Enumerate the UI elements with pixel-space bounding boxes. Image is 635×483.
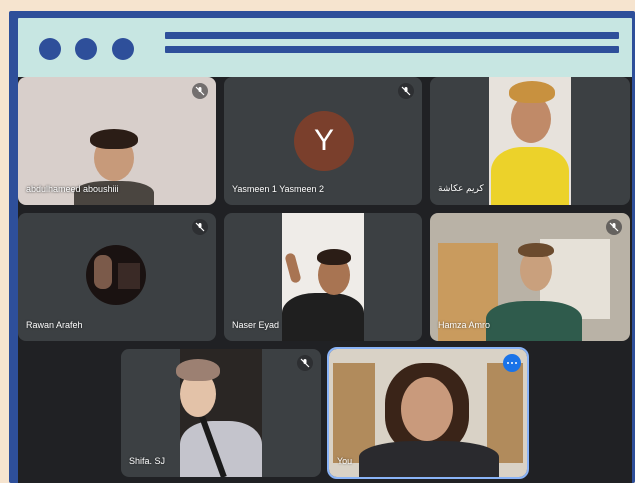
mic-off-icon [398,83,414,99]
participant-hand [284,252,302,284]
title-line-2 [165,46,619,53]
participant-shirt [491,147,569,205]
participant-hair [518,243,554,257]
participant-face [401,377,453,441]
more-horiz-icon[interactable] [503,354,521,372]
participant-shirt [486,301,582,341]
mic-off-icon [606,219,622,235]
participant-video [282,213,364,341]
mic-off-icon [192,219,208,235]
avatar [86,245,146,305]
participant-tile-rawan[interactable]: Rawan Arafeh [18,213,216,341]
avatar: Y [294,111,354,171]
participant-name: Yasmeen 1 Yasmeen 2 [232,184,325,194]
title-line-1 [165,32,619,39]
participant-video [489,77,571,205]
participant-hair [317,249,351,265]
participant-name: abdulhameed aboushiii [26,184,119,194]
participant-shirt [282,293,364,341]
participant-grid: abdulhameed aboushiii Y Yasmeen 1 Yasmee… [18,77,632,483]
participant-tile-hamza[interactable]: Hamza Amro [430,213,630,341]
participant-tile-self[interactable]: You [327,347,529,479]
mic-off-icon [297,355,313,371]
participant-tile-shifa[interactable]: Shifa. SJ [121,349,321,477]
participant-name: Naser Eyad [232,320,280,330]
participant-name: You [337,456,353,466]
participant-tile-karim[interactable]: كريم عكاشة [430,77,630,205]
mic-off-icon [192,83,208,99]
participant-tile-yasmeen[interactable]: Y Yasmeen 1 Yasmeen 2 [224,77,422,205]
participant-video [176,349,262,477]
participant-tile-abdulhameed[interactable]: abdulhameed aboushiii [18,77,216,205]
participant-name: كريم عكاشة [438,183,484,193]
participant-tile-naser[interactable]: Naser Eyad [224,213,422,341]
background-shelf-right [487,363,523,463]
participant-hair [90,129,138,149]
app-window: abdulhameed aboushiii Y Yasmeen 1 Yasmee… [9,11,635,483]
title-bar [18,18,632,80]
participant-shirt [359,441,499,477]
participant-name: Shifa. SJ [129,456,166,466]
participant-name: Rawan Arafeh [26,320,83,330]
window-dot-2 [75,38,97,60]
participant-name: Hamza Amro [438,320,491,330]
window-dot-1 [39,38,61,60]
window-dot-3 [112,38,134,60]
participant-hat [509,81,555,103]
participant-hijab [176,359,220,381]
